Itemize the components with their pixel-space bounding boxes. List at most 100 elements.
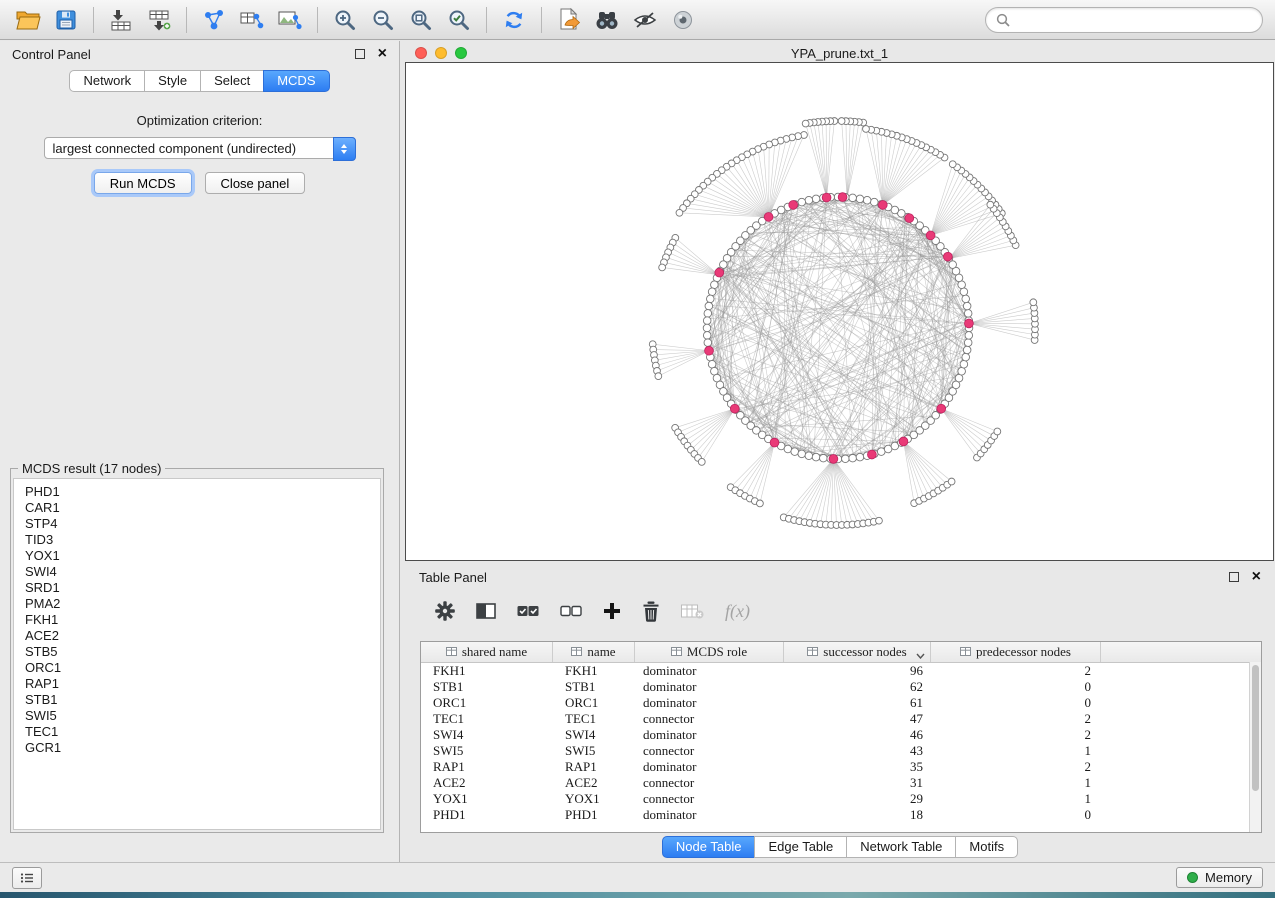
table-tabs: Node TableEdge TableNetwork TableMotifs xyxy=(405,836,1275,858)
mcds-result-item[interactable]: PHD1 xyxy=(25,484,369,500)
close-panel-button[interactable]: Close panel xyxy=(205,172,306,194)
open-session-button[interactable] xyxy=(10,4,46,36)
mcds-result-item[interactable]: STB5 xyxy=(25,644,369,660)
task-history-button[interactable] xyxy=(12,867,42,889)
run-mcds-button[interactable]: Run MCDS xyxy=(94,172,192,194)
table-row[interactable]: FKH1FKH1dominator962 xyxy=(421,663,1261,679)
mcds-result-title: MCDS result (17 nodes) xyxy=(18,461,165,476)
columns-icon xyxy=(476,602,496,620)
criterion-dropdown[interactable]: largest connected component (undirected) xyxy=(44,137,356,159)
float-panel-icon[interactable] xyxy=(355,49,365,59)
close-panel-icon[interactable]: × xyxy=(378,46,387,62)
delete-column-button[interactable] xyxy=(642,601,660,622)
search-input[interactable] xyxy=(1016,12,1252,29)
sort-dropdown-icon[interactable] xyxy=(916,647,925,663)
share-document-button[interactable] xyxy=(551,4,587,36)
network-canvas[interactable] xyxy=(406,63,1273,560)
mcds-result-item[interactable]: PMA2 xyxy=(25,596,369,612)
float-table-panel-icon[interactable] xyxy=(1229,572,1239,582)
table-cell: ORC1 xyxy=(553,695,635,711)
control-tabs: NetworkStyleSelectMCDS xyxy=(0,70,399,92)
table-row[interactable]: PHD1PHD1dominator180 xyxy=(421,807,1261,823)
table-row[interactable]: TEC1TEC1connector472 xyxy=(421,711,1261,727)
mcds-result-item[interactable]: SWI5 xyxy=(25,708,369,724)
table-row[interactable]: STB1STB1dominator620 xyxy=(421,679,1261,695)
export-network-button[interactable] xyxy=(196,4,232,36)
tab-select[interactable]: Select xyxy=(200,70,264,92)
mcds-result-item[interactable]: YOX1 xyxy=(25,548,369,564)
table-row[interactable]: ACE2ACE2connector311 xyxy=(421,775,1261,791)
mcds-result-item[interactable]: SWI4 xyxy=(25,564,369,580)
minimize-window-icon[interactable] xyxy=(435,47,447,59)
select-all-rows-button[interactable] xyxy=(517,605,539,617)
table-tab-edge-table[interactable]: Edge Table xyxy=(754,836,847,858)
cytoscape-app: Control Panel × NetworkStyleSelectMCDS O… xyxy=(0,0,1275,898)
table-tab-network-table[interactable]: Network Table xyxy=(846,836,956,858)
mcds-result-item[interactable]: TEC1 xyxy=(25,724,369,740)
search-box[interactable] xyxy=(985,7,1263,33)
table-cell: 46 xyxy=(784,727,931,743)
mcds-result-item[interactable]: FKH1 xyxy=(25,612,369,628)
table-cell: 2 xyxy=(931,727,1101,743)
table-tab-node-table[interactable]: Node Table xyxy=(662,836,756,858)
zoom-window-icon[interactable] xyxy=(455,47,467,59)
close-table-panel-icon[interactable]: × xyxy=(1252,569,1261,585)
export-table-button[interactable] xyxy=(234,4,270,36)
close-window-icon[interactable] xyxy=(415,47,427,59)
mcds-result-item[interactable]: TID3 xyxy=(25,532,369,548)
scrollbar-thumb[interactable] xyxy=(1252,665,1259,791)
table-row[interactable]: ORC1ORC1dominator610 xyxy=(421,695,1261,711)
vertical-scrollbar[interactable] xyxy=(1249,662,1261,832)
mcds-result-item[interactable]: ACE2 xyxy=(25,628,369,644)
mcds-result-item[interactable]: STP4 xyxy=(25,516,369,532)
network-window: YPA_prune.txt_1 xyxy=(405,44,1274,561)
optimization-criterion-label: Optimization criterion: xyxy=(0,113,399,128)
table-cell: 2 xyxy=(931,759,1101,775)
column-header-shared-name[interactable]: shared name xyxy=(421,642,553,662)
hide-graphics-details-button[interactable] xyxy=(627,4,663,36)
column-header-predecessor-nodes[interactable]: predecessor nodes xyxy=(931,642,1101,662)
table-row[interactable]: YOX1YOX1connector291 xyxy=(421,791,1261,807)
import-table-button[interactable] xyxy=(103,4,139,36)
table-cell: SWI4 xyxy=(421,727,553,743)
mcds-result-item[interactable]: STB1 xyxy=(25,692,369,708)
import-network-from-table-button[interactable] xyxy=(141,4,177,36)
export-image-button[interactable] xyxy=(272,4,308,36)
table-cell: dominator xyxy=(635,759,784,775)
unchecked-boxes-icon xyxy=(560,605,582,617)
tab-network[interactable]: Network xyxy=(69,70,145,92)
toolbar-separator xyxy=(317,7,318,33)
table-row[interactable]: SWI4SWI4dominator462 xyxy=(421,727,1261,743)
mcds-result-item[interactable]: CAR1 xyxy=(25,500,369,516)
table-row[interactable]: SWI5SWI5connector431 xyxy=(421,743,1261,759)
toolbar-separator xyxy=(186,7,187,33)
deselect-all-rows-button[interactable] xyxy=(560,605,582,617)
mcds-result-item[interactable]: ORC1 xyxy=(25,660,369,676)
zoom-selected-button[interactable] xyxy=(441,4,477,36)
mcds-result-item[interactable]: SRD1 xyxy=(25,580,369,596)
mcds-result-item[interactable]: GCR1 xyxy=(25,740,369,756)
table-tab-motifs[interactable]: Motifs xyxy=(955,836,1018,858)
mcds-result-item[interactable]: RAP1 xyxy=(25,676,369,692)
search-network-button[interactable] xyxy=(589,4,625,36)
table-row[interactable]: RAP1RAP1dominator352 xyxy=(421,759,1261,775)
column-header-name[interactable]: name xyxy=(553,642,635,662)
network-window-titlebar[interactable]: YPA_prune.txt_1 xyxy=(405,44,1274,62)
tab-mcds[interactable]: MCDS xyxy=(263,70,329,92)
tab-style[interactable]: Style xyxy=(144,70,201,92)
table-settings-button[interactable] xyxy=(435,601,455,621)
save-session-button[interactable] xyxy=(48,4,84,36)
show-graphics-details-button[interactable] xyxy=(665,4,701,36)
column-header-successor-nodes[interactable]: successor nodes xyxy=(784,642,931,662)
refresh-view-button[interactable] xyxy=(496,4,532,36)
show-columns-button[interactable] xyxy=(476,602,496,620)
zoom-out-button[interactable] xyxy=(365,4,401,36)
table-cell: 43 xyxy=(784,743,931,759)
column-header-mcds-role[interactable]: MCDS role xyxy=(635,642,784,662)
zoom-fit-button[interactable] xyxy=(403,4,439,36)
function-builder-button-disabled: f(x) xyxy=(725,601,750,622)
create-column-button[interactable] xyxy=(603,602,621,620)
memory-button[interactable]: Memory xyxy=(1176,867,1263,888)
share-document-icon xyxy=(558,8,581,32)
zoom-in-button[interactable] xyxy=(327,4,363,36)
